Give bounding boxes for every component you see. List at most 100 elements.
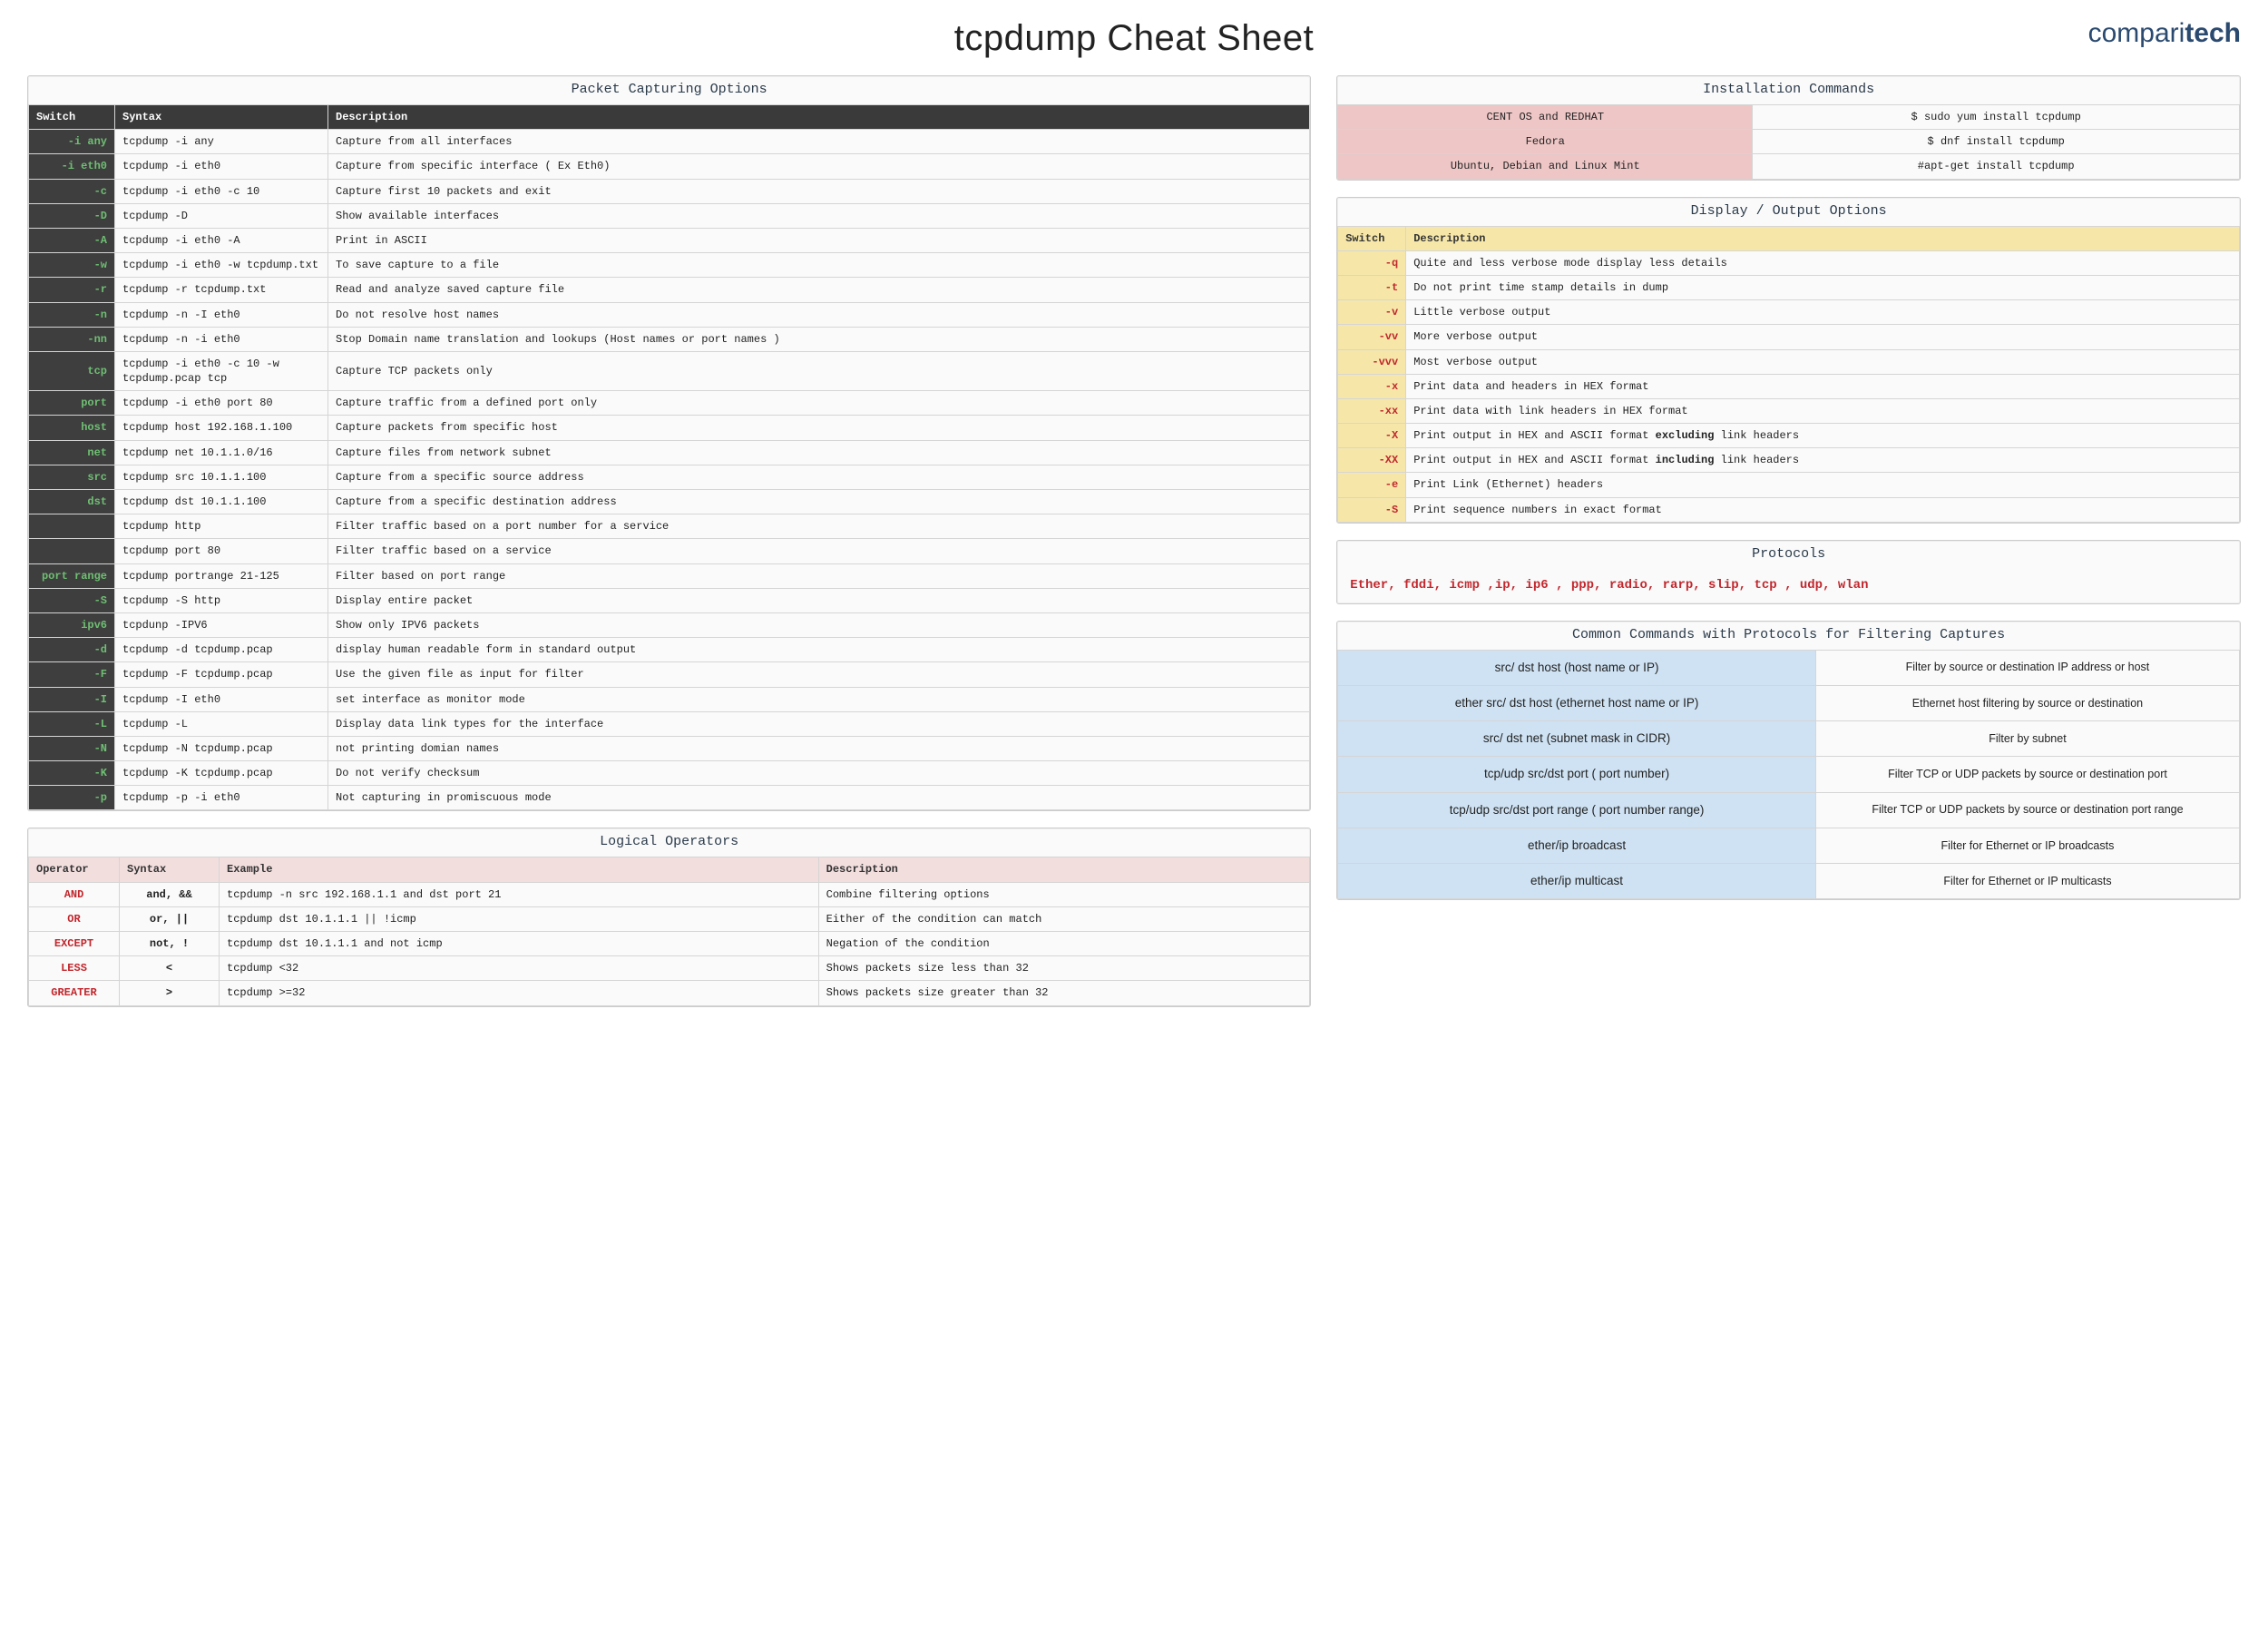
cell-description: Capture from a specific destination addr… xyxy=(328,490,1310,514)
cell-switch: -v xyxy=(1338,300,1406,325)
cell-syntax: and, && xyxy=(120,882,220,906)
cell-operator: AND xyxy=(29,882,120,906)
col-example: Example xyxy=(220,857,819,882)
cell-syntax: tcpdump -I eth0 xyxy=(115,687,328,711)
col-syntax: Syntax xyxy=(120,857,220,882)
cell-switch: -S xyxy=(1338,497,1406,522)
cell-example: tcpdump dst 10.1.1.1 and not icmp xyxy=(220,932,819,956)
cell-switch: port xyxy=(29,391,115,416)
cell-syntax: tcpdump -d tcpdump.pcap xyxy=(115,638,328,662)
table-header-row: Operator Syntax Example Description xyxy=(29,857,1310,882)
cell-example: tcpdump -n src 192.168.1.1 and dst port … xyxy=(220,882,819,906)
cell-description: Stop Domain name translation and lookups… xyxy=(328,327,1310,351)
col-operator: Operator xyxy=(29,857,120,882)
table-row: ether/ip multicastFilter for Ethernet or… xyxy=(1338,864,2240,899)
cell-description: Use the given file as input for filter xyxy=(328,662,1310,687)
table-row: port rangetcpdump portrange 21-125Filter… xyxy=(29,563,1310,588)
col-syntax: Syntax xyxy=(115,105,328,130)
col-switch: Switch xyxy=(29,105,115,130)
cell-switch: port range xyxy=(29,563,115,588)
cell-syntax: tcpdump -F tcpdump.pcap xyxy=(115,662,328,687)
cell-syntax: tcpdump -S http xyxy=(115,588,328,612)
cell-syntax: tcpdump portrange 21-125 xyxy=(115,563,328,588)
cell-description: To save capture to a file xyxy=(328,253,1310,278)
cell-syntax: tcpdump port 80 xyxy=(115,539,328,563)
table-row: hosttcpdump host 192.168.1.100Capture pa… xyxy=(29,416,1310,440)
table-row: -Ntcpdump -N tcpdump.pcapnot printing do… xyxy=(29,736,1310,760)
cell-description: Print output in HEX and ASCII format inc… xyxy=(1406,448,2240,473)
cell-syntax: tcpdump -K tcpdump.pcap xyxy=(115,761,328,786)
table-row: ether/ip broadcastFilter for Ethernet or… xyxy=(1338,828,2240,863)
table-row: -vLittle verbose output xyxy=(1338,300,2240,325)
cell-description: Capture from all interfaces xyxy=(328,130,1310,154)
cell-syntax: tcpdump -i eth0 -c 10 xyxy=(115,179,328,203)
table-row: tcp/udp src/dst port ( port number)Filte… xyxy=(1338,757,2240,792)
cell-description: More verbose output xyxy=(1406,325,2240,349)
cell-switch: -S xyxy=(29,588,115,612)
cell-switch: dst xyxy=(29,490,115,514)
panel-protocols: Protocols Ether, fddi, icmp ,ip, ip6 , p… xyxy=(1336,540,2241,604)
cell-description: Show only IPV6 packets xyxy=(328,612,1310,637)
cell-syntax: tcpdump net 10.1.1.0/16 xyxy=(115,440,328,465)
cell-syntax: tcpdump -i eth0 port 80 xyxy=(115,391,328,416)
cell-switch: -F xyxy=(29,662,115,687)
cell-description: Print in ASCII xyxy=(328,228,1310,252)
cell-syntax: tcpdunp -IPV6 xyxy=(115,612,328,637)
cell-description: Do not print time stamp details in dump xyxy=(1406,275,2240,299)
table-row: tcpdump httpFilter traffic based on a po… xyxy=(29,514,1310,539)
cell-switch: -x xyxy=(1338,374,1406,398)
cell-switch: -vv xyxy=(1338,325,1406,349)
cell-syntax: tcpdump -i any xyxy=(115,130,328,154)
table-row: CENT OS and REDHAT$ sudo yum install tcp… xyxy=(1338,105,2240,130)
cell-description: Ethernet host filtering by source or des… xyxy=(1815,686,2239,721)
cell-operator: EXCEPT xyxy=(29,932,120,956)
cell-syntax: tcpdump -i eth0 xyxy=(115,154,328,179)
cell-description: Filter traffic based on a port number fo… xyxy=(328,514,1310,539)
cell-description: Quite and less verbose mode display less… xyxy=(1406,250,2240,275)
cell-description: Capture from a specific source address xyxy=(328,465,1310,489)
table-display-output: Switch Description -qQuite and less verb… xyxy=(1337,226,2240,523)
cell-description: Filter TCP or UDP packets by source or d… xyxy=(1815,792,2239,828)
panel-title: Installation Commands xyxy=(1337,76,2240,104)
cell-description: Capture traffic from a defined port only xyxy=(328,391,1310,416)
table-header-row: Switch Syntax Description xyxy=(29,105,1310,130)
cell-switch: -XX xyxy=(1338,448,1406,473)
table-row: -i anytcpdump -i anyCapture from all int… xyxy=(29,130,1310,154)
table-row: -xPrint data and headers in HEX format xyxy=(1338,374,2240,398)
cell-description: Do not verify checksum xyxy=(328,761,1310,786)
table-row: -i eth0tcpdump -i eth0Capture from speci… xyxy=(29,154,1310,179)
table-row: ANDand, &&tcpdump -n src 192.168.1.1 and… xyxy=(29,882,1310,906)
cell-description: Filter by source or destination IP addre… xyxy=(1815,650,2239,685)
cell-os: Ubuntu, Debian and Linux Mint xyxy=(1338,154,1753,179)
table-row: -Ktcpdump -K tcpdump.pcapDo not verify c… xyxy=(29,761,1310,786)
panel-display-output: Display / Output Options Switch Descript… xyxy=(1336,197,2241,524)
table-logical-operators: Operator Syntax Example Description ANDa… xyxy=(28,857,1310,1005)
cell-description: not printing domian names xyxy=(328,736,1310,760)
cell-switch: src xyxy=(29,465,115,489)
cell-switch: -w xyxy=(29,253,115,278)
table-row: Ubuntu, Debian and Linux Mint#apt-get in… xyxy=(1338,154,2240,179)
table-common-commands: src/ dst host (host name or IP)Filter by… xyxy=(1337,650,2240,900)
cell-syntax: tcpdump -n -I eth0 xyxy=(115,302,328,327)
table-row: porttcpdump -i eth0 port 80Capture traff… xyxy=(29,391,1310,416)
cell-command: #apt-get install tcpdump xyxy=(1753,154,2240,179)
table-installation: CENT OS and REDHAT$ sudo yum install tcp… xyxy=(1337,104,2240,180)
table-row: -vvMore verbose output xyxy=(1338,325,2240,349)
cell-syntax: or, || xyxy=(120,906,220,931)
panel-title: Common Commands with Protocols for Filte… xyxy=(1337,622,2240,650)
column-left: Packet Capturing Options Switch Syntax D… xyxy=(27,75,1311,1024)
cell-switch: -p xyxy=(29,786,115,810)
table-row: dsttcpdump dst 10.1.1.100Capture from a … xyxy=(29,490,1310,514)
cell-description: Combine filtering options xyxy=(818,882,1310,906)
table-row: -Ftcpdump -F tcpdump.pcapUse the given f… xyxy=(29,662,1310,687)
cell-syntax: tcpdump -i eth0 -A xyxy=(115,228,328,252)
cell-description: Print sequence numbers in exact format xyxy=(1406,497,2240,522)
cell-command: tcp/udp src/dst port ( port number) xyxy=(1338,757,1816,792)
table-row: -nntcpdump -n -i eth0Stop Domain name tr… xyxy=(29,327,1310,351)
panel-title: Display / Output Options xyxy=(1337,198,2240,226)
cell-switch: -N xyxy=(29,736,115,760)
table-row: src/ dst host (host name or IP)Filter by… xyxy=(1338,650,2240,685)
cell-syntax: tcpdump src 10.1.1.100 xyxy=(115,465,328,489)
panel-installation: Installation Commands CENT OS and REDHAT… xyxy=(1336,75,2241,181)
cell-description: Filter traffic based on a service xyxy=(328,539,1310,563)
